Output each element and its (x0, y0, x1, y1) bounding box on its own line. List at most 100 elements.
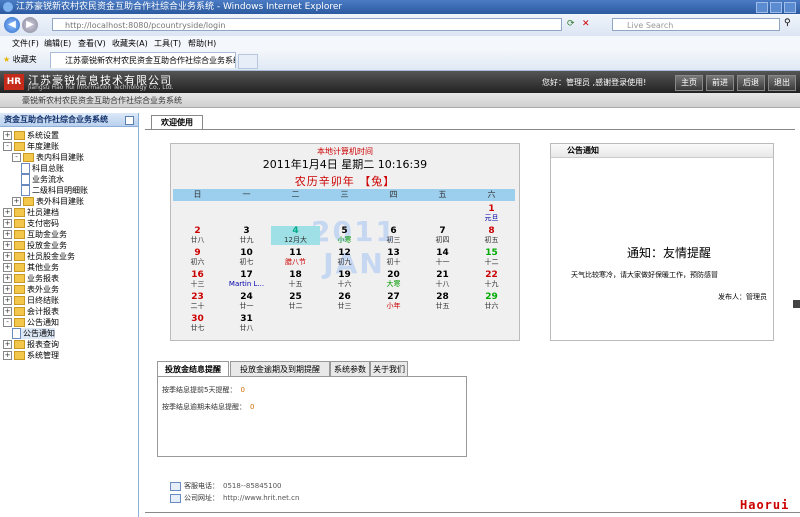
calendar-day[interactable]: 18 十五 (271, 270, 320, 289)
sidebar-item[interactable]: 二级科目明细账 (21, 185, 88, 196)
calendar-day[interactable]: 29 廿六 (467, 292, 516, 311)
sidebar-item[interactable]: 公告通知 (12, 328, 55, 339)
globe-icon (170, 493, 181, 503)
calendar-day[interactable]: 11 腊八节 (271, 248, 320, 267)
home-button[interactable]: 主页 (675, 75, 703, 91)
expand-icon[interactable]: + (3, 351, 12, 360)
sidebar-item[interactable]: + 支付密码 (3, 218, 59, 229)
expand-icon[interactable]: + (3, 307, 12, 316)
calendar-day[interactable]: 2 廿八 (173, 226, 222, 245)
url-input[interactable]: http://localhost:8080/pcountryside/login (52, 18, 562, 31)
calendar-day[interactable]: 14 十一 (418, 248, 467, 267)
back-nav-button[interactable]: 后退 (737, 75, 765, 91)
sidebar-item[interactable]: 业务流水 (21, 174, 64, 185)
sidebar-item[interactable]: - 表内科目建账 (12, 152, 84, 163)
collapse-icon[interactable]: - (12, 153, 21, 162)
collapse-icon[interactable]: - (3, 318, 12, 327)
expand-icon[interactable]: + (3, 263, 12, 272)
browser-tab[interactable]: 江苏豪锐新农村农民资金互助合作社综合业务系统 (50, 52, 236, 68)
sidebar-item[interactable]: + 系统管理 (3, 350, 59, 361)
calendar-day[interactable]: 31 廿八 (222, 314, 271, 333)
calendar-day[interactable]: 19 十六 (320, 270, 369, 289)
expand-icon[interactable]: + (3, 131, 12, 140)
sidebar-item[interactable]: - 公告通知 (3, 317, 59, 328)
sidebar-item[interactable]: + 系统设置 (3, 130, 59, 141)
expand-icon[interactable]: + (3, 241, 12, 250)
calendar-day[interactable]: 22 十九 (467, 270, 516, 289)
day-lunar: 初五 (484, 236, 499, 244)
expand-icon[interactable]: + (3, 252, 12, 261)
sidebar-item[interactable]: + 社员建档 (3, 207, 59, 218)
menu-favorites[interactable]: 收藏夹(A) (112, 38, 148, 49)
calendar-day[interactable]: 26 廿三 (320, 292, 369, 311)
search-input[interactable]: Live Search (612, 18, 780, 31)
calendar-day[interactable]: 30 廿七 (173, 314, 222, 333)
maximize-button[interactable] (770, 2, 782, 13)
calendar-day[interactable]: 9 初六 (173, 248, 222, 267)
calendar-day[interactable]: 21 十八 (418, 270, 467, 289)
calendar-day[interactable]: 5 小寒 (320, 226, 369, 245)
calendar-day[interactable]: 12 初九 (320, 248, 369, 267)
day-number: 26 (338, 292, 351, 302)
calendar-day[interactable]: 15 十二 (467, 248, 516, 267)
expand-icon[interactable]: + (3, 230, 12, 239)
sidebar-item[interactable]: + 投放金业务 (3, 240, 67, 251)
calendar-day[interactable]: 4 12月大 (271, 226, 320, 245)
tab-welcome[interactable]: 欢迎使用 (151, 115, 203, 130)
expand-icon[interactable]: + (12, 197, 21, 206)
calendar-day[interactable]: 7 初四 (418, 226, 467, 245)
sidebar-item[interactable]: + 表外业务 (3, 284, 59, 295)
sidebar-item[interactable]: + 表外科目建账 (12, 196, 84, 207)
calendar-day[interactable]: 6 初三 (369, 226, 418, 245)
forward-button[interactable]: ▶ (22, 17, 38, 33)
menu-file[interactable]: 文件(F) (12, 38, 39, 49)
expand-icon[interactable]: + (3, 219, 12, 228)
sidebar-item[interactable]: 科目总账 (21, 163, 64, 174)
expand-icon[interactable]: + (3, 208, 12, 217)
calendar-day[interactable]: 25 廿二 (271, 292, 320, 311)
menu-view[interactable]: 查看(V) (78, 38, 106, 49)
sidebar-item-label: 公告通知 (23, 329, 55, 338)
sidebar-item[interactable]: + 社员股金业务 (3, 251, 75, 262)
expand-icon[interactable]: + (3, 296, 12, 305)
close-button[interactable] (784, 2, 796, 13)
calendar-day[interactable]: 20 大寒 (369, 270, 418, 289)
scroll-marker[interactable] (793, 300, 800, 308)
new-tab-button[interactable] (238, 54, 258, 69)
calendar-day[interactable]: 10 初七 (222, 248, 271, 267)
sidebar-item[interactable]: + 会计报表 (3, 306, 59, 317)
calendar-day[interactable]: 16 十三 (173, 270, 222, 289)
search-icon[interactable]: ⚲ (784, 18, 791, 28)
minimize-button[interactable] (756, 2, 768, 13)
menu-tools[interactable]: 工具(T) (154, 38, 181, 49)
expand-icon[interactable]: + (3, 340, 12, 349)
menu-help[interactable]: 帮助(H) (188, 38, 216, 49)
sidebar-item[interactable]: + 其他业务 (3, 262, 59, 273)
calendar-day[interactable]: 23 二十 (173, 292, 222, 311)
calendar-day[interactable]: 1 元旦 (467, 204, 516, 223)
stop-icon[interactable]: ✕ (582, 19, 590, 29)
expand-icon[interactable]: + (3, 274, 12, 283)
sidebar-item[interactable]: - 年度建账 (3, 141, 59, 152)
calendar-day[interactable]: 3 廿九 (222, 226, 271, 245)
collapse-icon[interactable]: - (3, 142, 12, 151)
collapse-icon[interactable] (125, 116, 134, 125)
refresh-icon[interactable]: ⟳ (567, 19, 575, 29)
calendar-day[interactable]: 17 Martin L... (222, 270, 271, 289)
expand-icon[interactable]: + (3, 285, 12, 294)
calendar-day[interactable]: 8 初五 (467, 226, 516, 245)
calendar-day[interactable]: 13 初十 (369, 248, 418, 267)
menu-edit[interactable]: 编辑(E) (44, 38, 71, 49)
sidebar-item[interactable]: + 业务报表 (3, 273, 59, 284)
back-button[interactable]: ◀ (4, 17, 20, 33)
logout-button[interactable]: 退出 (768, 75, 796, 91)
favorites-button[interactable]: ★ 收藏夹 (3, 54, 37, 65)
forward-nav-button[interactable]: 前进 (706, 75, 734, 91)
sidebar-item[interactable]: + 报表查询 (3, 339, 59, 350)
calendar-day[interactable]: 27 小年 (369, 292, 418, 311)
sidebar-item[interactable]: + 互助金业务 (3, 229, 67, 240)
day-lunar: 元旦 (484, 214, 499, 222)
sidebar-item[interactable]: + 日终结账 (3, 295, 59, 306)
calendar-day[interactable]: 28 廿五 (418, 292, 467, 311)
calendar-day[interactable]: 24 廿一 (222, 292, 271, 311)
